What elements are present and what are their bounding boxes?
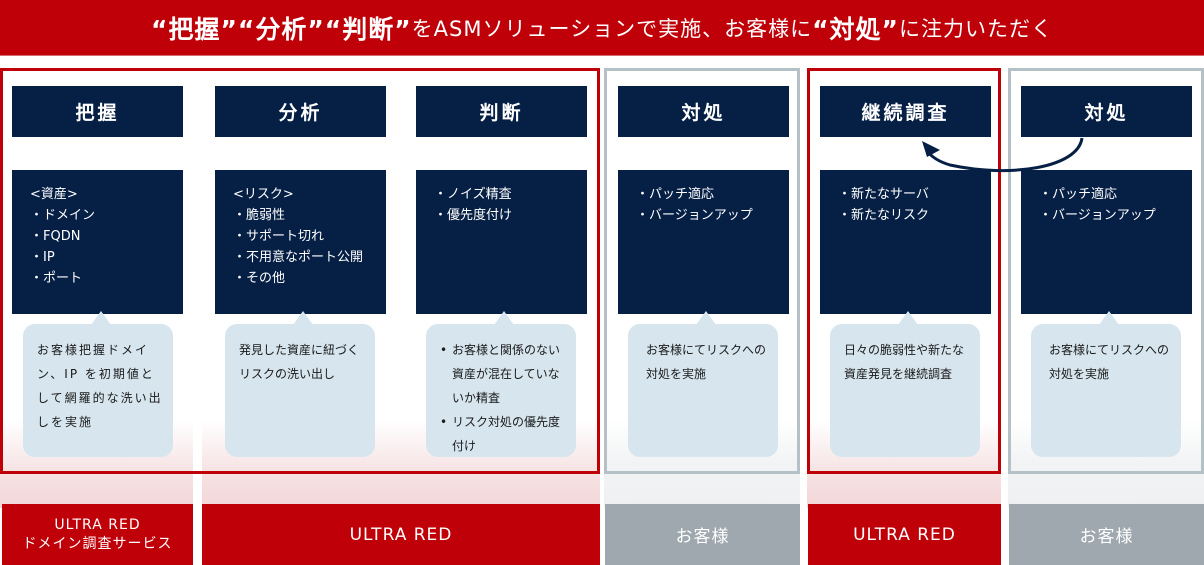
detail-item: ・ノイズ精査 — [434, 187, 512, 202]
footer-ultra-red: ULTRA RED — [808, 504, 1001, 565]
footer-ultra-red-domain-service: ULTRA RED ドメイン調査サービス — [2, 504, 193, 565]
step-title-respond: 対処 — [618, 86, 789, 137]
footer-customer: お客様 — [605, 504, 800, 565]
detail-item: ・サポート切れ — [233, 229, 325, 244]
note-text: お客様把握ドメイン、IP を初期値として網羅的な洗い出しを実施 — [37, 343, 163, 429]
detail-item: ・FQDN — [30, 229, 81, 244]
note-text: お客様にてリスクへの対処を実施 — [646, 343, 767, 381]
footer-label: ドメイン調査サービス — [22, 535, 173, 552]
footer-label: お客様 — [1079, 527, 1134, 547]
footer-label: お客様 — [675, 527, 730, 547]
step-details-respond: ・パッチ適応 ・バージョンアップ — [618, 170, 789, 314]
note-bullet: お客様と関係のない資産が混在していないか精査 — [440, 338, 566, 410]
note-text: 発見した資産に紐づくリスクの洗い出し — [239, 343, 360, 381]
note-list: お客様と関係のない資産が混在していないか精査 リスク対処の優先度付け — [440, 338, 566, 458]
title-keyword-analyze: “分析” — [237, 14, 325, 44]
step-title-grasp: 把握 — [12, 86, 183, 137]
footer-ultra-red: ULTRA RED — [202, 504, 600, 565]
step-title-respond-2: 対処 — [1021, 86, 1192, 137]
detail-item: ・脆弱性 — [233, 208, 286, 223]
step-note-judge: お客様と関係のない資産が混在していないか精査 リスク対処の優先度付け — [426, 311, 576, 458]
detail-item: <リスク> — [233, 187, 294, 202]
footer-label: ULTRA RED — [853, 524, 956, 545]
detail-item: ・不用意なポート公開 — [233, 250, 364, 265]
detail-item: ・新たなリスク — [838, 208, 930, 223]
step-details-analyze: <リスク> ・脆弱性 ・サポート切れ ・不用意なポート公開 ・その他 — [215, 170, 386, 314]
step-title-continuous-survey: 継続調査 — [820, 86, 991, 137]
title-end-text: に注力いただく — [898, 16, 1053, 41]
step-details-continuous-survey: ・新たなサーバ ・新たなリスク — [820, 170, 991, 314]
step-note-respond: お客様にてリスクへの対処を実施 — [628, 311, 778, 457]
step-title-judge: 判断 — [416, 86, 587, 137]
detail-item: ・ドメイン — [30, 208, 96, 223]
title-keyword-grasp: “把握” — [151, 14, 238, 44]
detail-item: ・ポート — [30, 271, 83, 286]
title-keyword-respond: “対処” — [812, 14, 899, 44]
footer-customer: お客様 — [1009, 504, 1204, 565]
footer-label: ULTRA RED — [349, 524, 453, 545]
detail-item: ・IP — [30, 250, 55, 265]
detail-item: ・バージョンアップ — [636, 208, 753, 223]
title-middle-text: をASMソリューションで実施、お客様に — [411, 16, 813, 41]
detail-item: ・パッチ適応 — [636, 187, 715, 202]
detail-item: ・パッチ適応 — [1039, 187, 1118, 202]
note-text: お客様にてリスクへの対処を実施 — [1049, 343, 1170, 381]
detail-item: ・優先度付け — [434, 208, 513, 223]
note-bullet: リスク対処の優先度付け — [440, 410, 566, 458]
footer-label: ULTRA RED — [54, 516, 141, 533]
step-note-respond-2: お客様にてリスクへの対処を実施 — [1031, 311, 1181, 457]
step-note-grasp: お客様把握ドメイン、IP を初期値として網羅的な洗い出しを実施 — [23, 311, 173, 457]
page-title: “把握” “分析” “判断” をASMソリューションで実施、お客様に “対処” … — [0, 0, 1204, 56]
detail-item: ・バージョンアップ — [1039, 208, 1156, 223]
detail-item: ・新たなサーバ — [838, 187, 929, 202]
detail-item: ・その他 — [233, 271, 286, 286]
title-keyword-judge: “判断” — [324, 14, 412, 44]
step-details-respond-2: ・パッチ適応 ・バージョンアップ — [1021, 170, 1192, 314]
step-details-judge: ・ノイズ精査 ・優先度付け — [416, 170, 587, 314]
step-note-analyze: 発見した資産に紐づくリスクの洗い出し — [225, 311, 375, 457]
detail-item: <資産> — [30, 187, 78, 202]
step-title-analyze: 分析 — [215, 86, 386, 137]
step-note-continuous-survey: 日々の脆弱性や新たな資産発見を継続調査 — [830, 311, 980, 457]
note-text: 日々の脆弱性や新たな資産発見を継続調査 — [844, 343, 965, 381]
step-details-grasp: <資産> ・ドメイン ・FQDN ・IP ・ポート — [12, 170, 183, 314]
